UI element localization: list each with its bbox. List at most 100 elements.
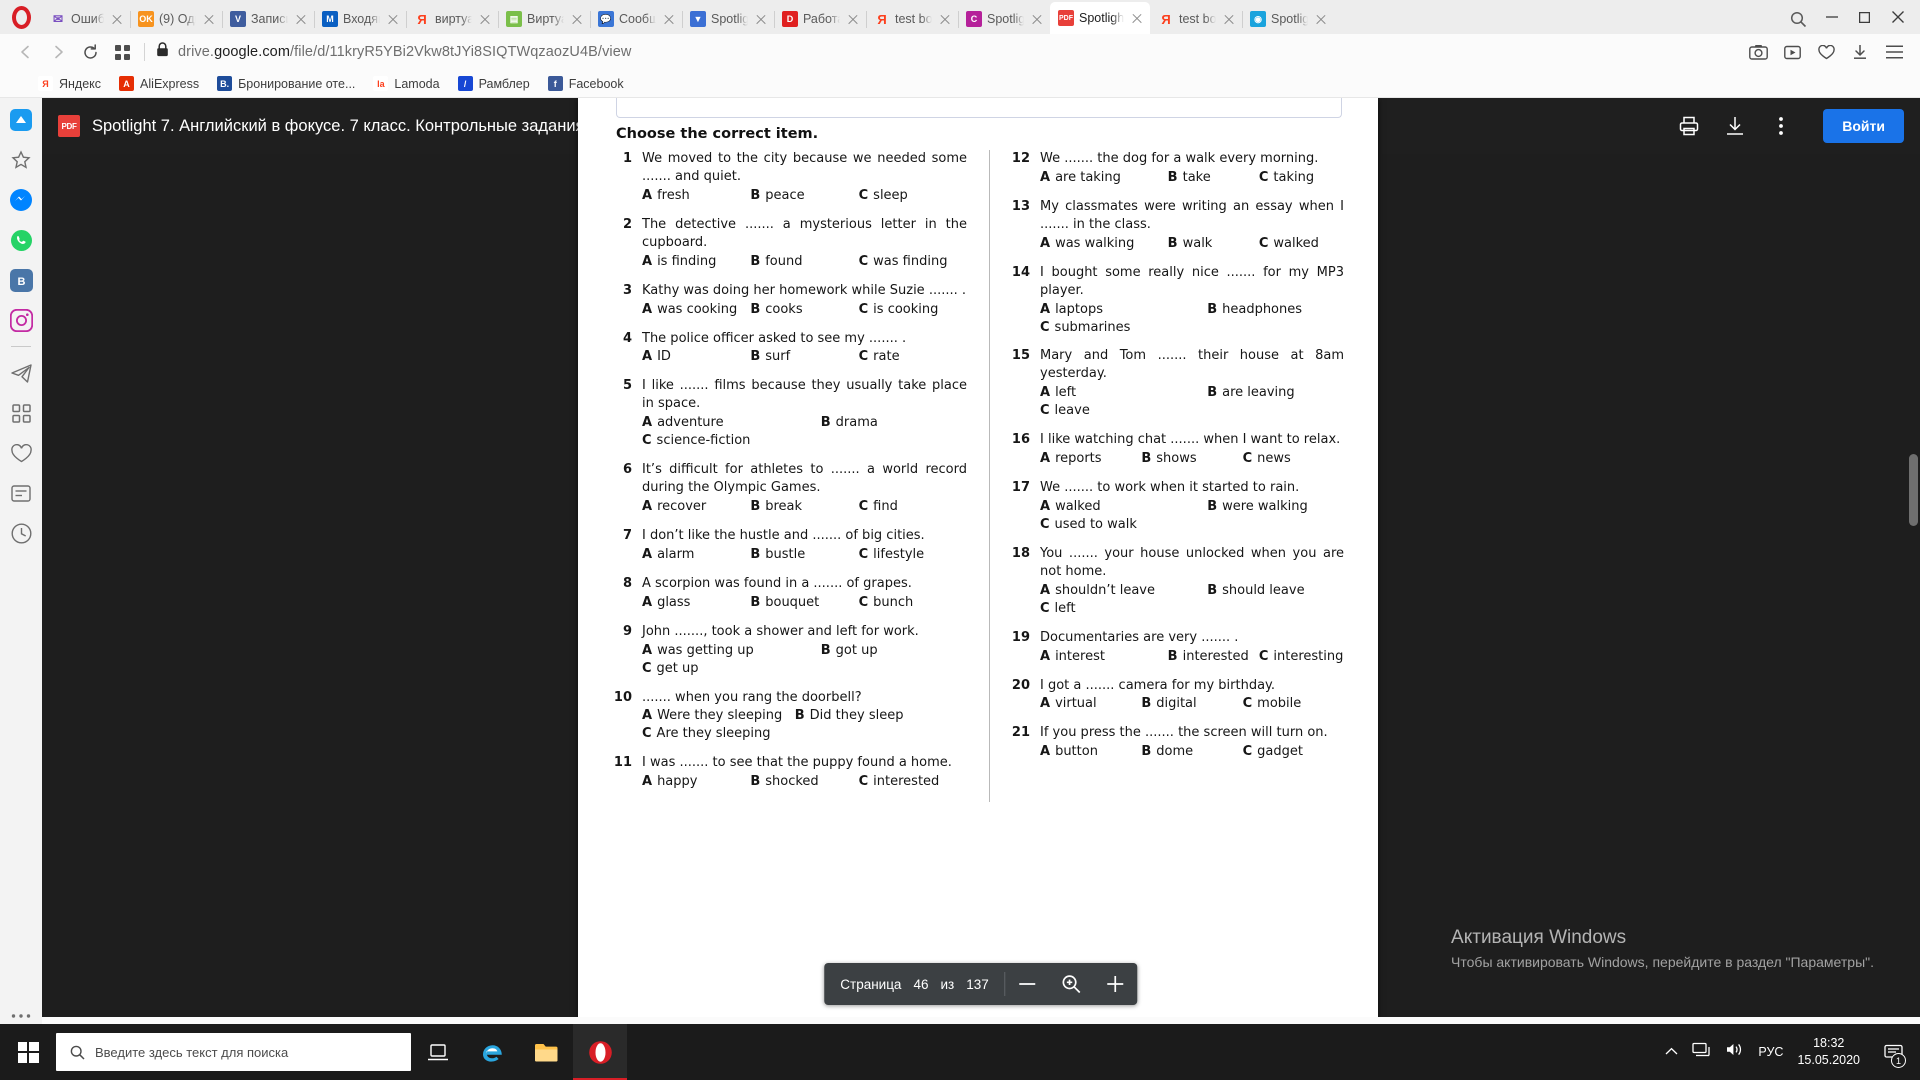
tab-close-icon[interactable]	[477, 11, 493, 27]
sidebar-item-workspaces[interactable]	[7, 399, 35, 427]
video-popout-icon[interactable]	[1776, 37, 1808, 67]
sidebar-item-vk[interactable]: B	[7, 266, 35, 294]
page-indicator: Страница 46 из 137	[824, 977, 1004, 992]
bookmark-item[interactable]: la Lamoda	[373, 76, 440, 91]
more-vertical-icon[interactable]	[1769, 114, 1793, 138]
browser-tab[interactable]: D Работа с эл	[774, 4, 866, 34]
browser-tab[interactable]: V Записи в бл	[222, 4, 314, 34]
downloads-icon[interactable]	[1844, 37, 1876, 67]
opera-icon[interactable]	[573, 1024, 627, 1080]
question-option: Bwere walking	[1207, 498, 1344, 516]
close-button[interactable]	[1881, 2, 1914, 32]
current-page-value[interactable]: 46	[913, 977, 928, 992]
tab-close-icon[interactable]	[1129, 10, 1145, 26]
network-icon[interactable]	[1692, 1042, 1711, 1062]
zoom-fit-button[interactable]	[1050, 963, 1094, 1005]
task-view-icon[interactable]	[411, 1024, 465, 1080]
browser-tab[interactable]: Яtest booklet	[1150, 4, 1242, 34]
browser-tab[interactable]: OK (9) Однокла	[130, 4, 222, 34]
back-button[interactable]	[10, 37, 42, 67]
question-options: Alaptops Bheadphones Csubmarines	[1040, 301, 1344, 337]
search-icon	[70, 1045, 85, 1060]
notification-center-button[interactable]: 1	[1874, 1024, 1912, 1080]
sidebar-item-messenger[interactable]	[7, 186, 35, 214]
question-option: Areports	[1040, 450, 1141, 468]
taskbar-search-box[interactable]: Введите здесь текст для поиска	[56, 1033, 411, 1071]
sidebar-item-whatsapp[interactable]	[7, 226, 35, 254]
bookmark-item[interactable]: / Рамблер	[457, 76, 530, 91]
option-letter: A	[642, 253, 653, 269]
volume-icon[interactable]	[1725, 1042, 1744, 1062]
zoom-out-button[interactable]	[1006, 963, 1050, 1005]
tab-close-icon[interactable]	[1221, 11, 1237, 27]
tab-close-icon[interactable]	[753, 11, 769, 27]
pdf-page-area[interactable]: Choose the correct item. 1 We moved to th…	[42, 98, 1920, 1017]
browser-tab[interactable]: Явиртуальна	[406, 4, 498, 34]
tab-close-icon[interactable]	[293, 11, 309, 27]
option-letter: A	[1040, 582, 1051, 598]
maximize-button[interactable]	[1848, 2, 1881, 32]
tab-close-icon[interactable]	[845, 11, 861, 27]
speed-dial-button[interactable]	[106, 37, 138, 67]
download-icon[interactable]	[1723, 114, 1747, 138]
question-number: 14	[1011, 264, 1030, 280]
tab-close-icon[interactable]	[385, 11, 401, 27]
tab-close-icon[interactable]	[569, 11, 585, 27]
browser-tab[interactable]: ▤ Виртуальна	[498, 4, 590, 34]
browser-tab[interactable]: 💬 Сообщения	[590, 4, 682, 34]
option-letter: B	[750, 301, 761, 317]
print-icon[interactable]	[1677, 114, 1701, 138]
pdf-scrollbar[interactable]	[1909, 454, 1918, 526]
sidebar-item-news[interactable]	[7, 479, 35, 507]
browser-tab[interactable]: PDF Spotlight 7.	[1050, 2, 1150, 34]
forward-button[interactable]	[42, 37, 74, 67]
option-letter: B	[750, 594, 761, 610]
browser-tab[interactable]: C Spotlight 7.	[958, 4, 1050, 34]
zoom-in-button[interactable]	[1094, 963, 1138, 1005]
browser-tab[interactable]: ◉ Spotlight 7.	[1242, 4, 1334, 34]
question-option: Bwalk	[1168, 235, 1259, 253]
browser-tab[interactable]: M Входящие -	[314, 4, 406, 34]
reload-button[interactable]	[74, 37, 106, 67]
question-body: The detective ....... a mysterious lette…	[642, 216, 967, 271]
minimize-button[interactable]	[1815, 2, 1848, 32]
tab-close-icon[interactable]	[201, 11, 217, 27]
browser-tab[interactable]: ✉ Ошибка	[42, 4, 130, 34]
taskbar-clock[interactable]: 18:32 15.05.2020	[1797, 1035, 1860, 1069]
browser-tab[interactable]: ▼ Spotlight 7 (	[682, 4, 774, 34]
bookmark-item[interactable]: B. Бронирование оте...	[217, 76, 355, 91]
browser-tab[interactable]: Яtest booklet	[866, 4, 958, 34]
address-bar[interactable]: drive.google.com/file/d/11kryR5YBi2Vkw8t…	[151, 42, 1742, 62]
sidebar-item-favorites[interactable]	[7, 146, 35, 174]
tab-search-icon[interactable]	[1781, 4, 1815, 34]
odnoklassniki-icon: OK	[138, 11, 154, 27]
sign-in-button[interactable]: Войти	[1823, 109, 1904, 143]
tab-close-icon[interactable]	[937, 11, 953, 27]
option-text: shows	[1156, 451, 1197, 467]
bookmark-item[interactable]: Я Яндекс	[38, 76, 101, 91]
sidebar-item-instagram[interactable]	[7, 306, 35, 334]
tab-close-icon[interactable]	[1029, 11, 1045, 27]
menu-icon[interactable]	[1878, 37, 1910, 67]
question-option: Bpeace	[750, 187, 858, 205]
option-text: walked	[1055, 499, 1101, 514]
snapshot-icon[interactable]	[1742, 37, 1774, 67]
tab-close-icon[interactable]	[661, 11, 677, 27]
heart-icon[interactable]	[1810, 37, 1842, 67]
bookmark-item[interactable]: A AliExpress	[119, 76, 199, 91]
sidebar-item-history[interactable]	[7, 519, 35, 547]
sidebar-item-opera-home[interactable]	[7, 106, 35, 134]
file-explorer-icon[interactable]	[519, 1024, 573, 1080]
sidebar-item-telegram[interactable]	[7, 359, 35, 387]
option-text: drama	[835, 415, 878, 431]
tab-close-icon[interactable]	[1313, 11, 1329, 27]
bookmark-item[interactable]: f Facebook	[547, 76, 624, 91]
sidebar-item-heart[interactable]	[7, 439, 35, 467]
edge-icon[interactable]	[465, 1024, 519, 1080]
language-indicator[interactable]: РУС	[1758, 1045, 1783, 1059]
option-letter: B	[1141, 451, 1152, 467]
tray-expand-icon[interactable]	[1665, 1043, 1678, 1061]
start-button[interactable]	[0, 1024, 56, 1080]
question-stem: ....... when you rang the doorbell?	[642, 689, 862, 705]
tab-close-icon[interactable]	[109, 11, 125, 27]
